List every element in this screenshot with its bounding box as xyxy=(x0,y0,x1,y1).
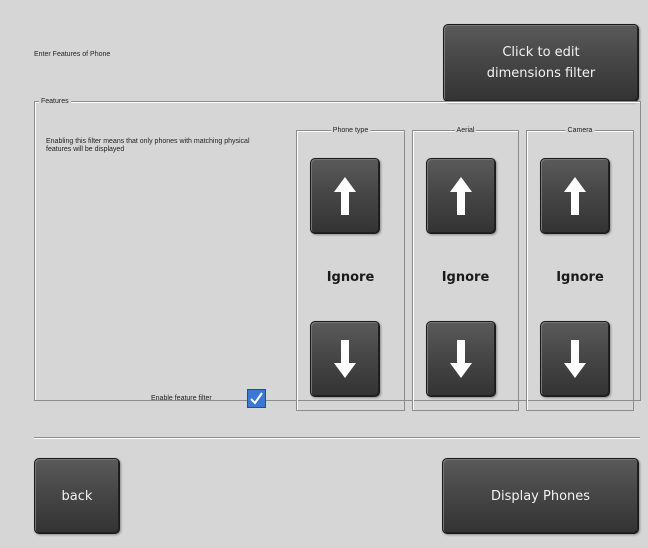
aerial-selector: Aerial Ignore xyxy=(412,126,519,411)
up-arrow-icon xyxy=(564,177,586,215)
up-arrow-icon xyxy=(334,177,356,215)
aerial-value: Ignore xyxy=(441,270,490,285)
footer-divider xyxy=(34,437,640,439)
phone-type-up-button[interactable] xyxy=(310,158,380,234)
header-prompt: Enter Features of Phone xyxy=(34,51,111,58)
camera-up-button[interactable] xyxy=(540,158,610,234)
down-arrow-icon xyxy=(334,340,356,378)
edit-dimensions-filter-button[interactable]: Click to edit dimensions filter xyxy=(443,24,639,102)
aerial-label: Aerial xyxy=(454,126,477,135)
back-button[interactable]: back xyxy=(34,458,120,534)
enable-feature-filter-label: Enable feature filter xyxy=(151,395,212,402)
phone-type-value: Ignore xyxy=(326,270,375,285)
enable-feature-filter-checkbox[interactable] xyxy=(247,389,266,408)
display-phones-label: Display Phones xyxy=(490,488,591,504)
features-description: Enabling this filter means that only pho… xyxy=(46,138,250,153)
edit-dimensions-filter-label: Click to edit dimensions filter xyxy=(486,45,596,81)
down-arrow-icon xyxy=(450,340,472,378)
down-arrow-icon xyxy=(564,340,586,378)
aerial-up-button[interactable] xyxy=(426,158,496,234)
phone-type-label: Phone type xyxy=(330,126,371,135)
camera-selector: Camera Ignore xyxy=(526,126,634,411)
phone-type-selector: Phone type Ignore xyxy=(296,126,405,411)
checkmark-icon xyxy=(250,392,263,405)
phone-type-down-button[interactable] xyxy=(310,321,380,397)
aerial-down-button[interactable] xyxy=(426,321,496,397)
back-button-label: back xyxy=(61,488,93,504)
features-group-label: Features xyxy=(39,97,71,106)
camera-value: Ignore xyxy=(556,270,604,285)
up-arrow-icon xyxy=(450,177,472,215)
camera-down-button[interactable] xyxy=(540,321,610,397)
display-phones-button[interactable]: Display Phones xyxy=(442,458,639,534)
camera-label: Camera xyxy=(565,126,595,135)
